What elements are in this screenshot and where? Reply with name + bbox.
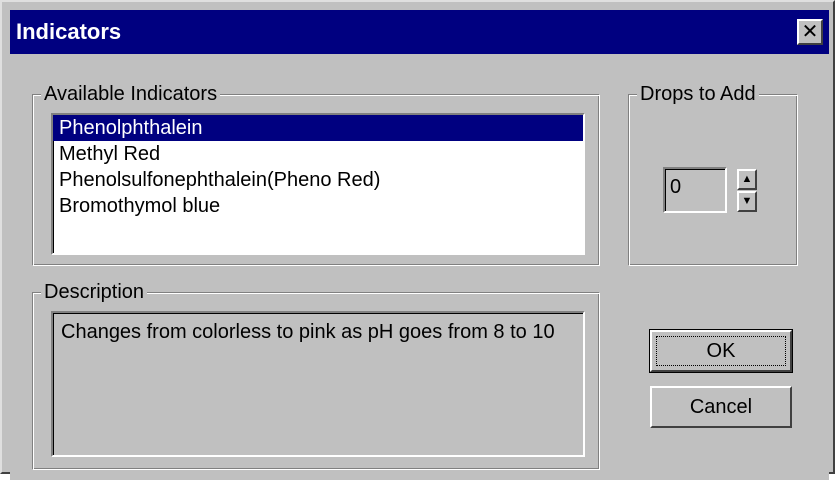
indicators-dialog: Indicators ✕ Available Indicators Phenol… [0, 0, 835, 480]
ok-button-label: OK [706, 340, 736, 362]
description-label: Description [41, 279, 148, 305]
spin-up-button[interactable]: ▲ [737, 169, 757, 190]
available-indicators-label: Available Indicators [41, 81, 221, 107]
cancel-button[interactable]: Cancel [650, 386, 792, 428]
drops-to-add-label: Drops to Add [637, 81, 759, 107]
list-item-bromothymol-blue[interactable]: Bromothymol blue [53, 193, 583, 219]
arrow-up-icon: ▲ [741, 173, 753, 185]
list-item-phenolphthalein[interactable]: Phenolphthalein [53, 115, 583, 141]
list-item-methyl-red[interactable]: Methyl Red [53, 141, 583, 167]
drops-to-add-input[interactable]: 0 [663, 167, 727, 213]
spin-down-button[interactable]: ▼ [737, 191, 757, 212]
close-icon: ✕ [801, 21, 819, 43]
available-indicators-group: Available Indicators Phenolphthalein Met… [32, 81, 600, 266]
indicators-listbox[interactable]: Phenolphthalein Methyl Red Phenolsulfone… [51, 113, 585, 255]
window-title: Indicators [16, 19, 122, 44]
title-bar[interactable]: Indicators ✕ [10, 10, 829, 54]
close-button[interactable]: ✕ [797, 19, 823, 45]
ok-button[interactable]: OK [649, 329, 793, 373]
description-text: Changes from colorless to pink as pH goe… [51, 311, 585, 457]
description-group: Description Changes from colorless to pi… [32, 279, 600, 470]
list-item-pheno-red[interactable]: Phenolsulfonephthalein(Pheno Red) [53, 167, 583, 193]
cancel-button-label: Cancel [689, 396, 753, 418]
drops-to-add-group: Drops to Add 0 ▲ ▼ [628, 81, 798, 266]
arrow-down-icon: ▼ [741, 195, 753, 207]
dialog-body: Indicators ✕ Available Indicators Phenol… [10, 10, 829, 480]
